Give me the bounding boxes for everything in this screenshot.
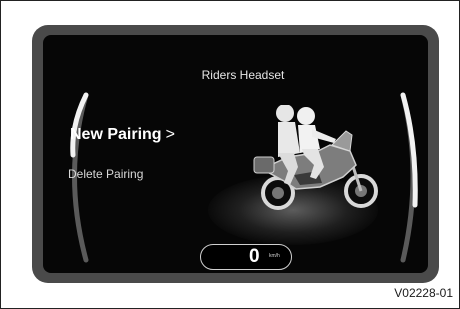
menu-item-label: Delete Pairing: [68, 167, 144, 181]
screen-title: Riders Headset: [201, 68, 285, 82]
menu-item-label: New Pairing: [70, 126, 162, 143]
tft-display: Riders Headset New Pairing > Delete Pairi…: [43, 35, 428, 273]
speed-value: 0: [249, 246, 260, 267]
figure-reference-code: V02228-01: [394, 286, 453, 300]
motorcycle-with-rider-and-passenger-icon: [253, 105, 378, 210]
figure-frame: Riders Headset New Pairing > Delete Pairi…: [0, 0, 460, 309]
dashboard-bezel: Riders Headset New Pairing > Delete Pairi…: [32, 25, 439, 283]
right-arc-bright: [400, 92, 418, 208]
menu-item-delete-pairing[interactable]: Delete Pairing: [68, 167, 143, 181]
speedometer-display: 0 km/h: [200, 244, 292, 270]
speed-unit: km/h: [269, 253, 280, 259]
menu-item-new-pairing[interactable]: New Pairing >: [70, 126, 175, 144]
chevron-right-icon: >: [165, 126, 175, 143]
